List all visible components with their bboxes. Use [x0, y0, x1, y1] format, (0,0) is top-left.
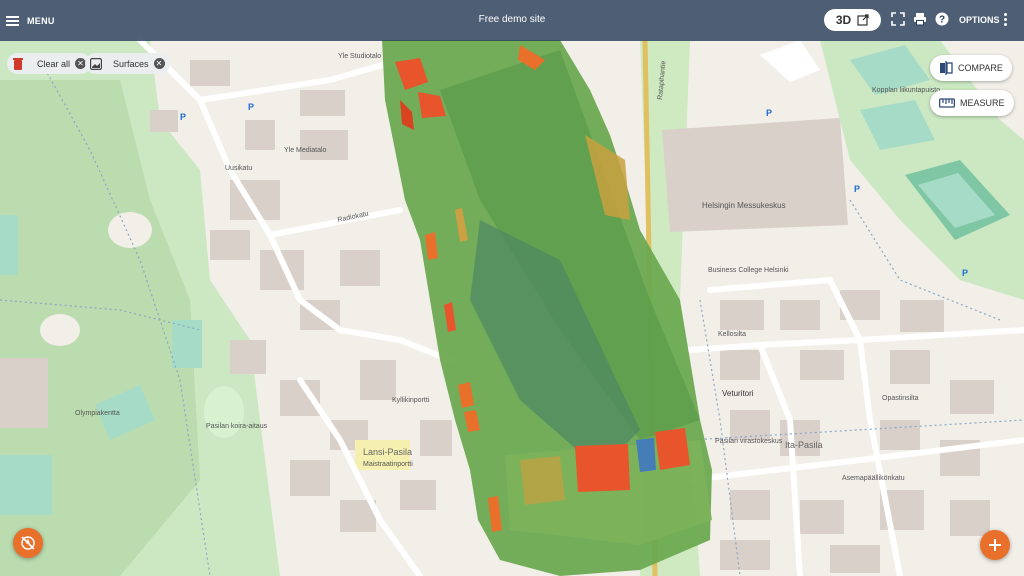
- map-label: Kopplan liikuntapuisto: [872, 87, 940, 94]
- map-label: Asemapäällikönkatu: [842, 475, 905, 482]
- map-label: Helsingin Messukeskus: [702, 201, 786, 210]
- surfaces-chip[interactable]: Surfaces ✕: [85, 53, 170, 74]
- view-3d-label: 3D: [835, 13, 852, 27]
- compare-label: COMPARE: [958, 63, 1003, 73]
- remove-chip-icon[interactable]: ✕: [153, 58, 165, 69]
- clearing: [40, 314, 80, 346]
- svg-text:?: ?: [939, 15, 945, 26]
- clear-all-label: Clear all: [37, 58, 71, 69]
- surfaces-label: Surfaces: [113, 58, 149, 69]
- top-bar: MENU Free demo site 3D ? OPTIONS: [0, 0, 1024, 41]
- menu-label: MENU: [27, 16, 55, 26]
- view-3d-button[interactable]: 3D: [824, 9, 881, 31]
- map-label: Yle Studiotalo: [338, 53, 381, 60]
- tennis-court: [172, 320, 202, 368]
- svg-text:P: P: [248, 102, 254, 112]
- trash-icon: [13, 58, 23, 70]
- image-layer-icon: [90, 57, 102, 70]
- map-view[interactable]: Yle Studiotalo Yle Mediatalo Radiokatu U…: [0, 0, 1024, 576]
- clearing: [108, 212, 152, 248]
- map-label: Lansi-Pasila: [363, 447, 412, 457]
- svg-text:P: P: [180, 112, 186, 122]
- building: [0, 358, 48, 428]
- plus-icon: [989, 539, 1001, 551]
- external-link-icon: [857, 14, 869, 26]
- menu-icon: [6, 16, 19, 26]
- clear-all-chip[interactable]: Clear all ✕: [7, 53, 92, 74]
- map-label: Pasilan virastokeskus: [715, 438, 783, 445]
- menu-button[interactable]: MENU: [6, 10, 55, 32]
- compare-icon: [940, 61, 953, 75]
- ruler-icon: [939, 98, 955, 108]
- svg-text:P: P: [766, 108, 772, 118]
- map-label: Olympiakentta: [75, 410, 120, 417]
- measure-label: MEASURE: [960, 98, 1005, 108]
- map-label: Maistraatinportti: [363, 461, 413, 468]
- map-label: Ita-Pasila: [785, 440, 823, 450]
- map-label: Veturitori: [722, 389, 754, 398]
- pitch: [0, 215, 18, 275]
- more-vertical-icon[interactable]: [1004, 13, 1008, 27]
- dog-park: [204, 386, 244, 438]
- help-icon[interactable]: ?: [935, 12, 949, 26]
- map-label: Yle Mediatalo: [284, 147, 327, 154]
- measure-button[interactable]: MEASURE: [930, 90, 1014, 116]
- map-label: Uusikatu: [225, 165, 252, 172]
- reset-north-button[interactable]: [13, 528, 43, 558]
- fullscreen-icon[interactable]: [891, 12, 905, 26]
- messukeskus-building: [662, 118, 848, 232]
- map-label: Opastinsilta: [882, 395, 919, 402]
- print-icon[interactable]: [913, 12, 927, 26]
- svg-text:P: P: [854, 184, 860, 194]
- map-label: Kyllikinportti: [392, 397, 430, 404]
- map-label: Business College Helsinki: [708, 267, 789, 274]
- sports-field: [0, 455, 52, 515]
- compare-button[interactable]: COMPARE: [930, 55, 1012, 81]
- add-button[interactable]: [980, 530, 1010, 560]
- map-label: Kellosilta: [718, 331, 746, 338]
- options-button[interactable]: OPTIONS: [959, 15, 1000, 25]
- svg-text:P: P: [962, 268, 968, 278]
- compass-off-icon: [21, 536, 35, 550]
- map-label: Pasilan koira-aitaus: [206, 423, 268, 430]
